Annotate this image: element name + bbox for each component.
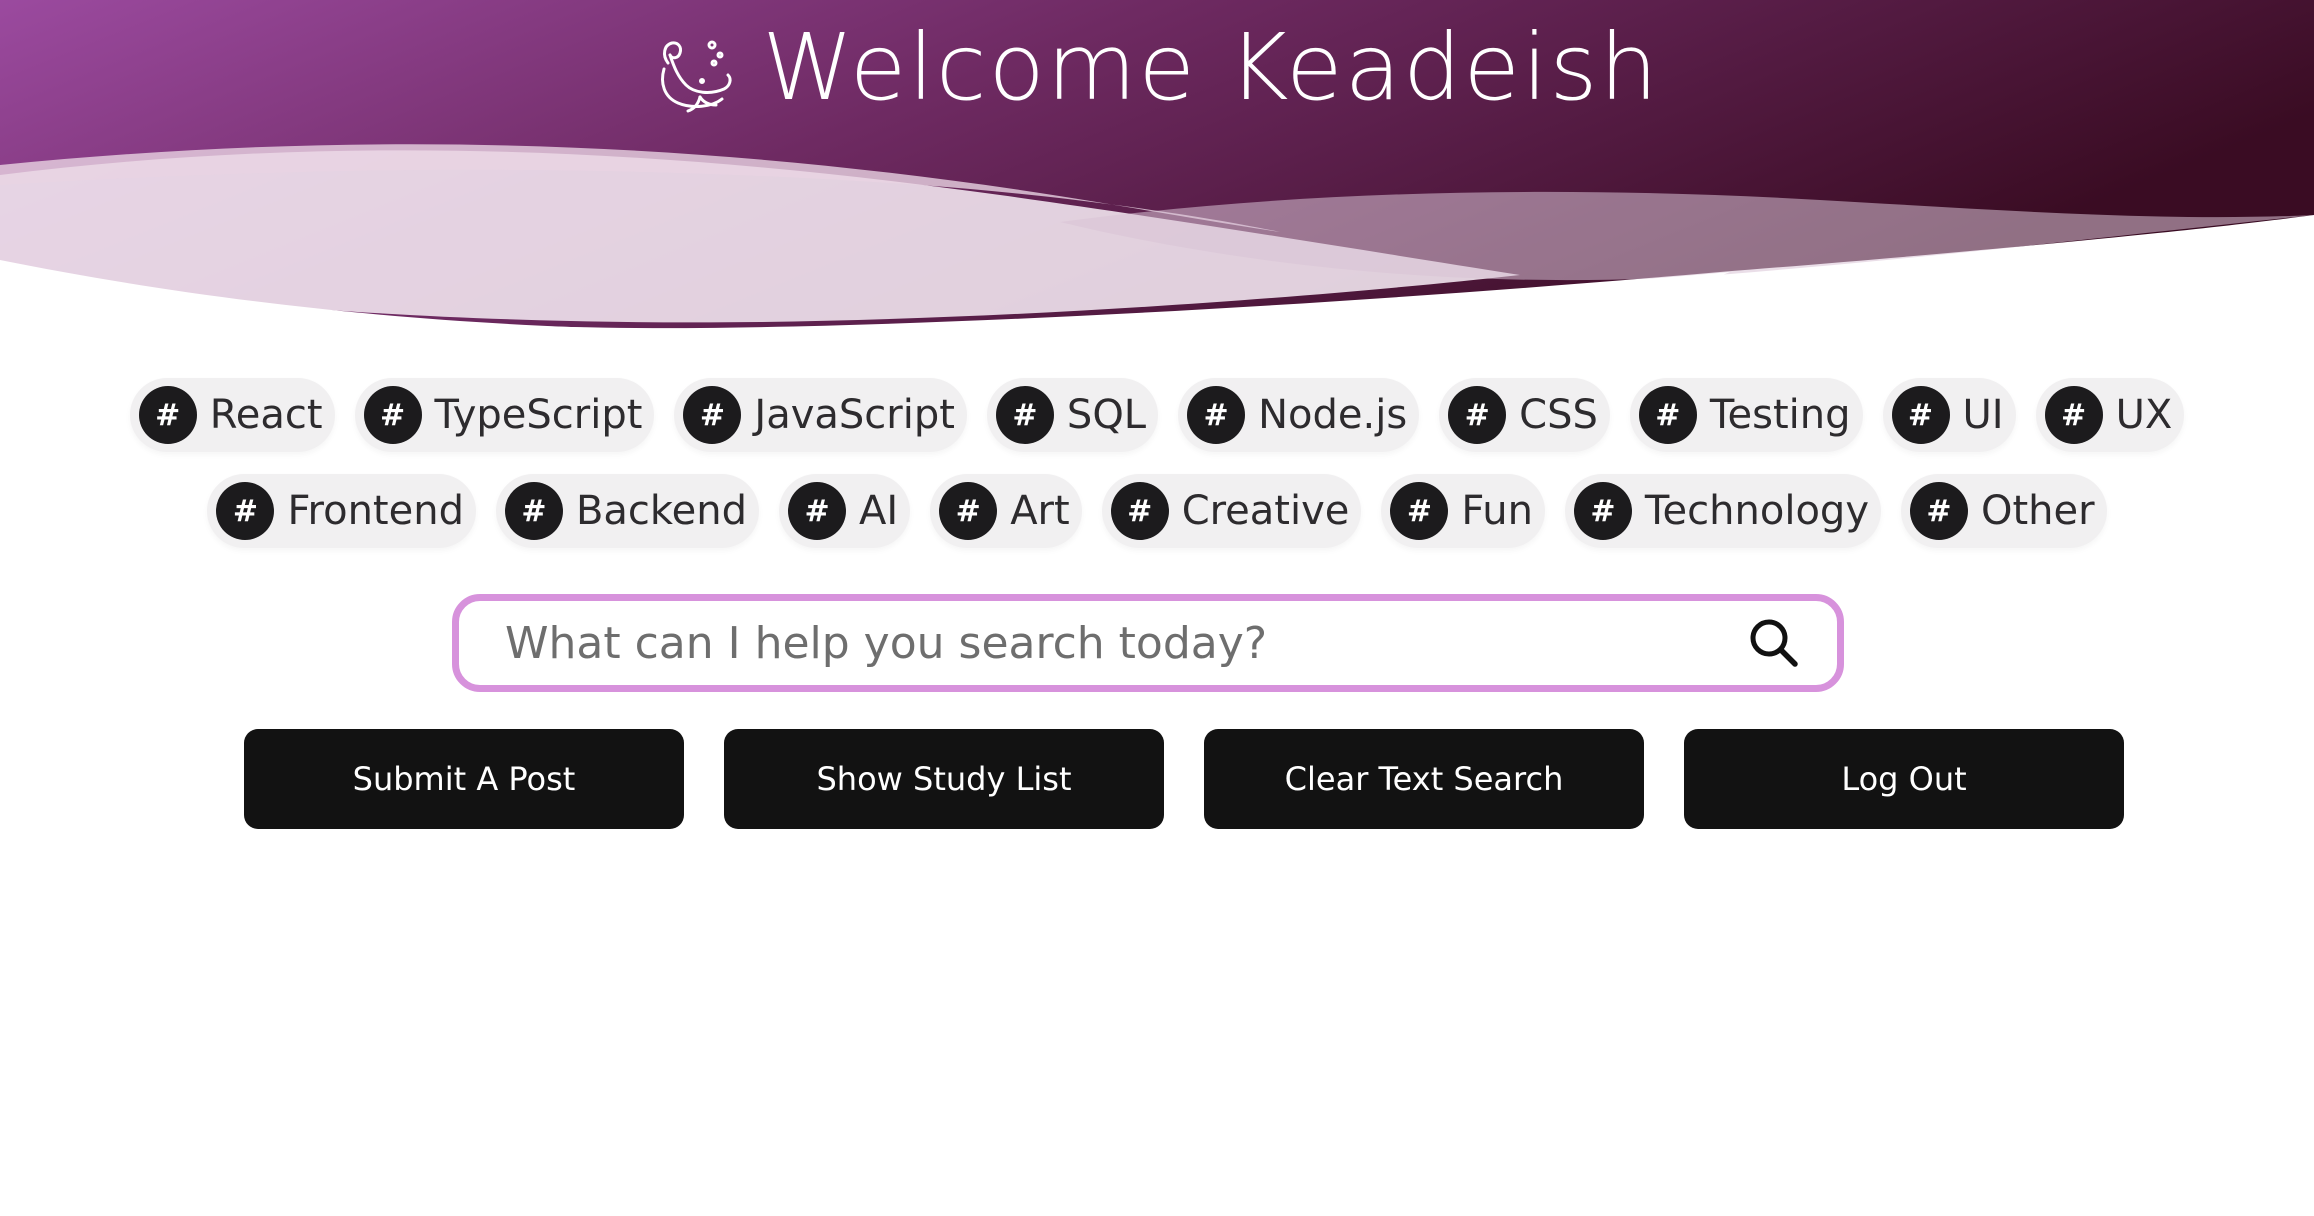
tag-label: TypeScript bbox=[434, 392, 643, 438]
tag-label: SQL bbox=[1066, 392, 1147, 438]
tag-row-2: # Frontend # Backend # AI # Art # Creati… bbox=[0, 474, 2314, 548]
tag-label: Frontend bbox=[287, 488, 464, 534]
tag-label: Backend bbox=[575, 488, 748, 534]
tag-testing[interactable]: # Testing bbox=[1629, 378, 1863, 452]
tag-react[interactable]: # React bbox=[129, 378, 335, 452]
hash-icon: # bbox=[1909, 482, 1968, 540]
clear-text-search-button[interactable]: Clear Text Search bbox=[1204, 729, 1644, 829]
hash-icon: # bbox=[1638, 386, 1697, 444]
tag-art[interactable]: # Art bbox=[930, 474, 1082, 548]
tag-label: UX bbox=[2115, 392, 2173, 438]
tag-creative[interactable]: # Creative bbox=[1101, 474, 1362, 548]
hash-icon: # bbox=[1891, 386, 1950, 444]
tag-nodejs[interactable]: # Node.js bbox=[1178, 378, 1420, 452]
log-out-button[interactable]: Log Out bbox=[1684, 729, 2124, 829]
hash-icon: # bbox=[1187, 386, 1246, 444]
tag-label: Fun bbox=[1461, 488, 1533, 534]
tag-label: CSS bbox=[1519, 392, 1598, 438]
tag-label: Testing bbox=[1709, 392, 1851, 438]
search-input[interactable] bbox=[503, 616, 1747, 670]
hash-icon: # bbox=[683, 386, 742, 444]
header-title-row: Welcome Keadeish bbox=[0, 8, 2314, 128]
hash-icon: # bbox=[504, 482, 563, 540]
hash-icon: # bbox=[939, 482, 998, 540]
tag-technology[interactable]: # Technology bbox=[1564, 474, 1881, 548]
search-icon[interactable] bbox=[1747, 616, 1801, 670]
tag-row-1: # React # TypeScript # JavaScript # SQL … bbox=[0, 378, 2314, 452]
tag-sql[interactable]: # SQL bbox=[986, 378, 1159, 452]
hash-icon: # bbox=[788, 482, 847, 540]
hash-icon: # bbox=[1448, 386, 1507, 444]
hash-icon: # bbox=[138, 386, 197, 444]
show-study-list-button[interactable]: Show Study List bbox=[724, 729, 1164, 829]
tag-javascript[interactable]: # JavaScript bbox=[674, 378, 967, 452]
tag-label: Other bbox=[1980, 488, 2095, 534]
search-bar bbox=[452, 594, 1844, 692]
tag-ui[interactable]: # UI bbox=[1882, 378, 2016, 452]
hash-icon: # bbox=[216, 482, 275, 540]
tag-label: AI bbox=[859, 488, 899, 534]
action-buttons: Submit A Post Show Study List Clear Text… bbox=[244, 729, 2124, 829]
tag-frontend[interactable]: # Frontend bbox=[207, 474, 476, 548]
hash-icon: # bbox=[363, 386, 422, 444]
tag-label: JavaScript bbox=[754, 392, 955, 438]
whale-icon bbox=[661, 40, 732, 113]
tag-ux[interactable]: # UX bbox=[2035, 378, 2185, 452]
tag-typescript[interactable]: # TypeScript bbox=[354, 378, 655, 452]
hash-icon: # bbox=[2044, 386, 2103, 444]
tag-label: Creative bbox=[1181, 488, 1350, 534]
tag-label: UI bbox=[1962, 392, 2004, 438]
tag-backend[interactable]: # Backend bbox=[495, 474, 760, 548]
tag-label: Node.js bbox=[1258, 392, 1408, 438]
hash-icon: # bbox=[1390, 482, 1449, 540]
tag-other[interactable]: # Other bbox=[1900, 474, 2107, 548]
tag-label: React bbox=[209, 392, 323, 438]
hash-icon: # bbox=[1110, 482, 1169, 540]
tag-ai[interactable]: # AI bbox=[779, 474, 911, 548]
tag-filter-list: # React # TypeScript # JavaScript # SQL … bbox=[0, 378, 2314, 570]
tag-css[interactable]: # CSS bbox=[1439, 378, 1610, 452]
tag-label: Art bbox=[1010, 488, 1070, 534]
submit-post-button[interactable]: Submit A Post bbox=[244, 729, 684, 829]
hash-icon: # bbox=[1573, 482, 1632, 540]
page-title: Welcome Keadeish bbox=[762, 14, 1660, 121]
tag-fun[interactable]: # Fun bbox=[1381, 474, 1545, 548]
tag-label: Technology bbox=[1644, 488, 1869, 534]
hash-icon: # bbox=[995, 386, 1054, 444]
